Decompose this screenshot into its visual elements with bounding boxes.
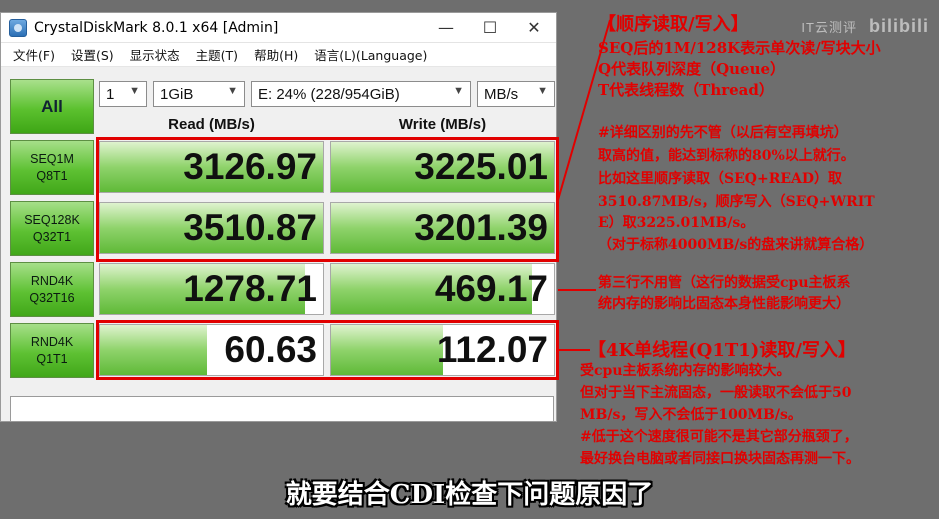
unit-value: MB/s [484, 85, 519, 103]
comment-input[interactable] [10, 396, 554, 422]
unit-select[interactable]: MB/s ▼ [477, 81, 555, 107]
seq-title: 【顺序读取/写入】 [598, 14, 749, 35]
q1t1-line: #低于这个速度很可能不是其它部分瓶颈了， [580, 429, 858, 445]
seq-line: SEQ后的1M/128K表示单次读/写块大小 [598, 39, 881, 57]
maximize-button[interactable]: ☐ [468, 13, 512, 43]
q1t1-highlight-frame [96, 320, 559, 380]
q1t1-line: 最好换台电脑或者同接口换块固态再测一下。 [580, 451, 860, 467]
bilibili-logo: bilibili [869, 16, 929, 36]
test-label-line2: Q32T1 [32, 229, 72, 244]
menu-settings[interactable]: 设置(S) [63, 45, 122, 64]
detail-line: 3510.87MB/s，顺序写入（SEQ+WRIT [598, 194, 875, 210]
seq-line: Q代表队列深度（Queue） [598, 60, 786, 78]
menu-display-status[interactable]: 显示状态 [122, 45, 188, 64]
read-result: 1278.71 [99, 263, 324, 315]
title-bar[interactable]: CrystalDiskMark 8.0.1 x64 [Admin] — ☐ ✕ [1, 13, 556, 43]
detail-line: （对于标称4000MB/s的盘来讲就算合格） [598, 237, 874, 253]
test-label-line2: Q8T1 [36, 168, 68, 183]
menu-file[interactable]: 文件(F) [5, 45, 63, 64]
test-button-seq1m-q8t1[interactable]: SEQ1M Q8T1 [10, 140, 94, 195]
test-label-line1: RND4K [30, 334, 74, 349]
q1t1-line: 受cpu主板系统内存的影响较大。 [580, 363, 791, 379]
chevron-down-icon: ▼ [453, 85, 464, 97]
write-column-header: Write (MB/s) [398, 116, 487, 133]
write-result: 469.17 [330, 263, 555, 315]
test-label-line2: Q1T1 [36, 351, 68, 366]
test-button-seq128k-q32t1[interactable]: SEQ128K Q32T1 [10, 201, 94, 256]
test-label-line2: Q32T16 [29, 290, 75, 305]
window-title: CrystalDiskMark 8.0.1 x64 [Admin] [34, 19, 279, 36]
detail-line: #详细区别的先不管（以后有空再填坑） [598, 125, 848, 141]
menu-language[interactable]: 语言(L)(Language) [306, 45, 435, 64]
video-subtitle: 就要结合CDI检查下问题原因了 [285, 480, 654, 510]
test-label-line1: SEQ128K [24, 212, 80, 227]
drive-select[interactable]: E: 24% (228/954GiB) ▼ [251, 81, 471, 107]
watermark-channel: IT云测评 [801, 20, 857, 35]
test-label-line1: SEQ1M [30, 151, 74, 166]
seq-line: T代表线程数（Thread） [598, 81, 774, 99]
drive-value: E: 24% (228/954GiB) [258, 85, 400, 103]
menu-bar: 文件(F) 设置(S) 显示状态 主题(T) 帮助(H) 语言(L)(Langu… [1, 43, 556, 67]
chevron-down-icon: ▼ [537, 85, 548, 97]
size-value: 1GiB [160, 85, 194, 103]
count-select[interactable]: 1 ▼ [99, 81, 147, 107]
size-select[interactable]: 1GiB ▼ [153, 81, 245, 107]
rnd-line: 第三行不用管（这行的数据受cpu主板系 [598, 275, 851, 291]
q1t1-line: 但对于当下主流固态，一般读取不会低于50 [580, 385, 852, 401]
seq-highlight-frame [96, 137, 559, 262]
menu-theme[interactable]: 主题(T) [188, 45, 246, 64]
q1t1-title: 【4K单线程(Q1T1)读取/写入】 [588, 340, 856, 361]
app-icon [9, 18, 27, 37]
crystaldiskmark-window: CrystalDiskMark 8.0.1 x64 [Admin] — ☐ ✕ … [0, 12, 559, 422]
chevron-down-icon: ▼ [227, 85, 238, 97]
read-column-header: Read (MB/s) [168, 116, 255, 133]
close-button[interactable]: ✕ [512, 13, 556, 43]
detail-line: E）取3225.01MB/s。 [598, 215, 755, 231]
write-value: 469.17 [434, 268, 548, 309]
test-button-rnd4k-q1t1[interactable]: RND4K Q1T1 [10, 323, 94, 378]
read-value: 1278.71 [183, 268, 317, 309]
count-value: 1 [106, 85, 115, 103]
all-button[interactable]: All [10, 79, 94, 134]
menu-help[interactable]: 帮助(H) [246, 45, 306, 64]
rnd-line: 统内存的影响比固态本身性能影响更大） [598, 296, 850, 312]
chevron-down-icon: ▼ [129, 85, 140, 97]
test-label-line1: RND4K [30, 273, 74, 288]
minimize-button[interactable]: — [424, 13, 468, 43]
q1t1-line: MB/s，写入不会低于100MB/s。 [580, 407, 802, 423]
watermark: IT云测评 bilibili [801, 16, 929, 37]
test-button-rnd4k-q32t16[interactable]: RND4K Q32T16 [10, 262, 94, 317]
detail-line: 比如这里顺序读取（SEQ+READ）取 [598, 171, 843, 187]
detail-line: 取高的值，能达到标称的80%以上就行。 [598, 148, 855, 164]
